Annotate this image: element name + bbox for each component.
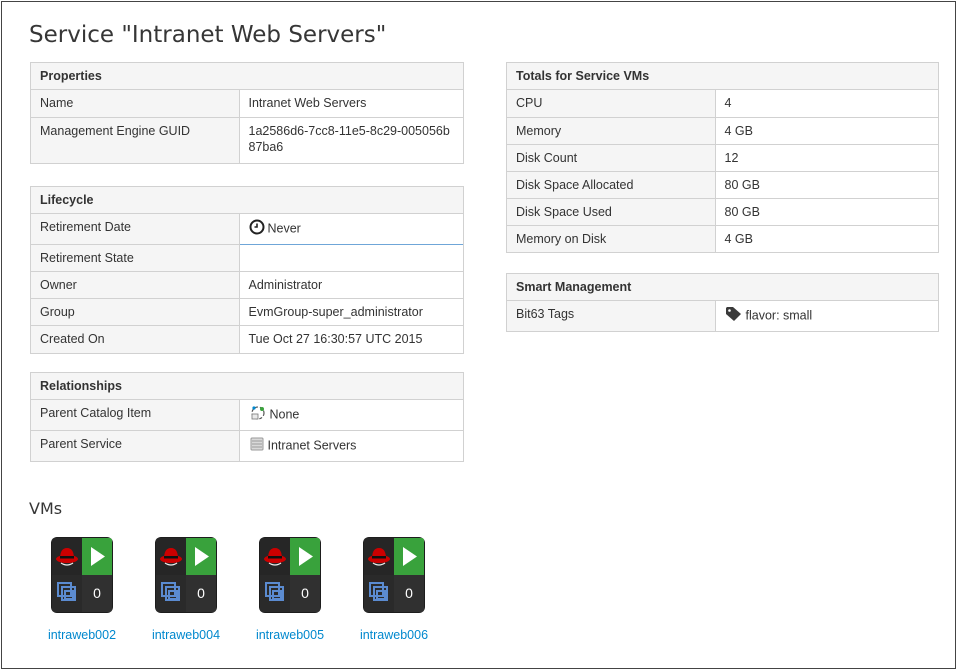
vm-vendor-icon (156, 575, 186, 612)
disk-count-value: 12 (715, 143, 938, 171)
table-row: Disk Count 12 (507, 143, 938, 171)
disk-allocated-label: Disk Space Allocated (507, 170, 716, 198)
vm-vendor-icon (364, 575, 394, 612)
table-row: Management Engine GUID 1a2586d6-7cc8-11e… (31, 116, 463, 163)
retirement-state-label: Retirement State (31, 244, 240, 272)
redhat-os-icon (52, 538, 82, 575)
snapshot-count: 0 (394, 575, 424, 612)
group-value: EvmGroup-super_administrator (239, 298, 463, 326)
disk-allocated-value: 80 GB (715, 170, 938, 198)
owner-label: Owner (31, 271, 240, 299)
vm-item[interactable]: 0 intraweb005 (250, 537, 330, 642)
retirement-date-text: Never (267, 221, 301, 236)
disk-used-value: 80 GB (715, 197, 938, 225)
totals-header: Totals for Service VMs (507, 63, 938, 90)
name-value: Intranet Web Servers (239, 90, 463, 117)
parent-catalog-label: Parent Catalog Item (31, 400, 240, 431)
properties-header: Properties (31, 63, 463, 90)
smart-management-header: Smart Management (507, 274, 938, 301)
table-row: Retirement State (31, 244, 463, 272)
redhat-os-icon (156, 538, 186, 575)
vm-quadicon[interactable]: 0 (259, 537, 321, 613)
table-row[interactable]: Parent Catalog Item None (31, 400, 463, 431)
memory-on-disk-label: Memory on Disk (507, 224, 716, 252)
tag-text: flavor: small (745, 308, 813, 323)
table-row: Disk Space Allocated 80 GB (507, 170, 938, 198)
vm-item[interactable]: 0 intraweb002 (42, 537, 122, 642)
tag-icon (725, 306, 743, 326)
snapshot-count: 0 (82, 575, 112, 612)
table-row[interactable]: Parent Service Intranet Servers (31, 430, 463, 461)
vm-vendor-icon (260, 575, 290, 612)
vm-quadicon[interactable]: 0 (363, 537, 425, 613)
retirement-date-label: Retirement Date (31, 214, 240, 245)
vm-quadicon[interactable]: 0 (155, 537, 217, 613)
vm-link[interactable]: intraweb006 (354, 628, 434, 642)
service-icon (249, 436, 265, 456)
parent-service-label: Parent Service (31, 430, 240, 461)
table-row: Retirement Date Never (31, 214, 463, 245)
table-row: CPU 4 (507, 90, 938, 117)
lifecycle-header: Lifecycle (31, 187, 463, 214)
table-row: Bit63 Tags flavor: small (507, 301, 938, 331)
parent-catalog-text: None (269, 407, 300, 422)
lifecycle-panel: Lifecycle Retirement Date Never Retireme… (30, 186, 464, 354)
smart-management-panel: Smart Management Bit63 Tags flavor: smal… (506, 273, 939, 332)
parent-service-value[interactable]: Intranet Servers (239, 430, 463, 461)
vm-item[interactable]: 0 intraweb004 (146, 537, 226, 642)
relationships-panel: Relationships Parent Catalog Item None P… (30, 372, 464, 462)
created-on-value: Tue Oct 27 16:30:57 UTC 2015 (239, 325, 463, 353)
disk-used-label: Disk Space Used (507, 197, 716, 225)
guid-label: Management Engine GUID (31, 116, 240, 163)
vm-quadicon[interactable]: 0 (51, 537, 113, 613)
snapshot-count: 0 (290, 575, 320, 612)
catalog-item-icon (249, 405, 267, 425)
owner-value: Administrator (239, 271, 463, 299)
service-detail-page: Service "Intranet Web Servers" Propertie… (1, 1, 956, 669)
table-row: Disk Space Used 80 GB (507, 197, 938, 225)
created-on-label: Created On (31, 325, 240, 353)
table-row: Created On Tue Oct 27 16:30:57 UTC 2015 (31, 325, 463, 353)
vm-vendor-icon (52, 575, 82, 612)
disk-count-label: Disk Count (507, 143, 716, 171)
vm-link[interactable]: intraweb002 (42, 628, 122, 642)
page-title: Service "Intranet Web Servers" (29, 22, 387, 48)
cpu-value: 4 (715, 90, 938, 117)
power-on-icon (186, 538, 216, 575)
power-on-icon (394, 538, 424, 575)
retirement-state-value (239, 244, 463, 272)
vms-section-title: VMs (29, 499, 63, 518)
table-row: Memory on Disk 4 GB (507, 224, 938, 252)
guid-value: 1a2586d6-7cc8-11e5-8c29-005056b87ba6 (239, 116, 463, 163)
vm-link[interactable]: intraweb004 (146, 628, 226, 642)
vm-link[interactable]: intraweb005 (250, 628, 330, 642)
parent-service-text: Intranet Servers (267, 438, 357, 453)
redhat-os-icon (364, 538, 394, 575)
power-on-icon (82, 538, 112, 575)
name-label: Name (31, 90, 240, 117)
totals-panel: Totals for Service VMs CPU 4 Memory 4 GB… (506, 62, 939, 253)
vm-item[interactable]: 0 intraweb006 (354, 537, 434, 642)
memory-on-disk-value: 4 GB (715, 224, 938, 252)
tags-value: flavor: small (715, 301, 938, 331)
memory-value: 4 GB (715, 116, 938, 144)
group-label: Group (31, 298, 240, 326)
table-row: Owner Administrator (31, 271, 463, 299)
redhat-os-icon (260, 538, 290, 575)
clock-icon (249, 219, 265, 239)
parent-catalog-value[interactable]: None (239, 400, 463, 431)
retirement-date-value: Never (239, 214, 463, 245)
snapshot-count: 0 (186, 575, 216, 612)
properties-panel: Properties Name Intranet Web Servers Man… (30, 62, 464, 164)
relationships-header: Relationships (31, 373, 463, 400)
tags-label: Bit63 Tags (507, 301, 716, 331)
memory-label: Memory (507, 116, 716, 144)
power-on-icon (290, 538, 320, 575)
table-row: Group EvmGroup-super_administrator (31, 298, 463, 326)
table-row: Name Intranet Web Servers (31, 90, 463, 117)
cpu-label: CPU (507, 90, 716, 117)
table-row: Memory 4 GB (507, 116, 938, 144)
